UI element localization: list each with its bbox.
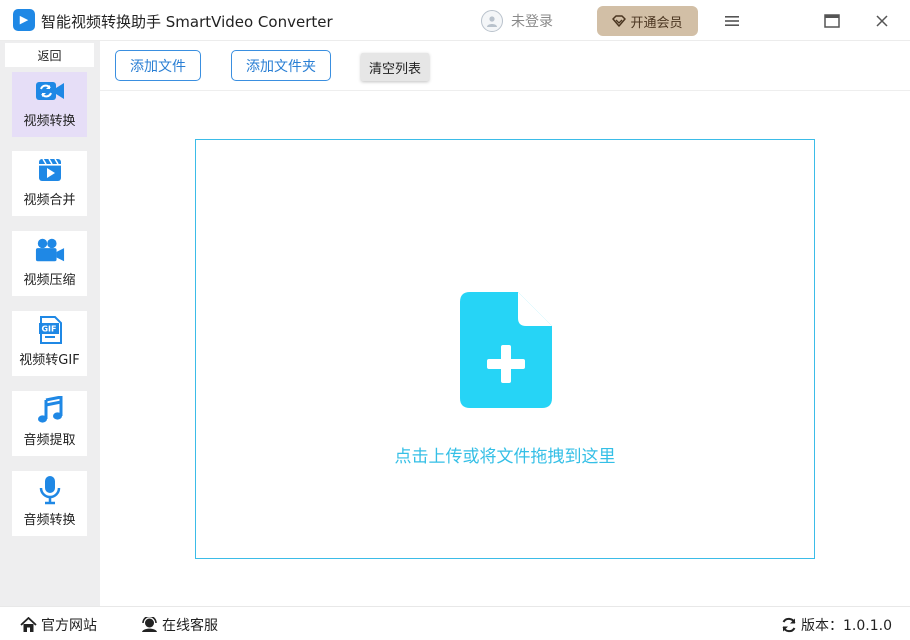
refresh-icon (782, 617, 796, 633)
sidebar: 返回 视频转换 视频合并 视频压缩 GIF 视频转GIF 音频提取 音频转换 (0, 41, 100, 606)
diamond-icon (612, 15, 627, 27)
sidebar-item-label: 音频提取 (23, 433, 76, 448)
title-bar: ▶ 智能视频转换助手 SmartVideo Converter 未登录 开通会员 (0, 0, 910, 41)
sidebar-item-video-convert[interactable]: 视频转换 (12, 72, 87, 137)
maximize-icon[interactable] (819, 8, 845, 34)
version-label: 版本：1.0.1.0 (801, 618, 892, 634)
vip-label: 开通会员 (630, 15, 683, 31)
video-merge-icon (35, 155, 65, 185)
add-folder-button[interactable]: 添加文件夹 (231, 50, 331, 81)
svg-text:GIF: GIF (41, 325, 56, 334)
app-title: 智能视频转换助手 SmartVideo Converter (41, 13, 333, 31)
sidebar-item-audio-convert[interactable]: 音频转换 (12, 471, 87, 536)
official-website-label: 官方网站 (41, 618, 97, 634)
sidebar-item-video-compress[interactable]: 视频压缩 (12, 231, 87, 296)
customer-service-icon (142, 617, 157, 632)
drop-hint-text: 点击上传或将文件拖拽到这里 (394, 447, 616, 467)
home-icon (20, 617, 37, 632)
video-compress-icon (35, 235, 65, 265)
sidebar-item-label: 视频转换 (23, 114, 76, 129)
login-button[interactable]: 未登录 (481, 9, 553, 33)
online-service-label: 在线客服 (162, 618, 218, 634)
toolbar: 添加文件 添加文件夹 清空列表 (100, 41, 910, 91)
user-avatar-icon (481, 10, 503, 32)
vip-button[interactable]: 开通会员 (597, 6, 698, 36)
clear-list-button[interactable]: 清空列表 (361, 53, 429, 81)
close-icon[interactable] (869, 8, 895, 34)
official-website-link[interactable]: 官方网站 (20, 615, 97, 635)
file-drop-zone[interactable]: 点击上传或将文件拖拽到这里 (195, 139, 815, 559)
microphone-icon (35, 475, 65, 505)
file-add-icon (460, 292, 552, 408)
sidebar-item-label: 视频压缩 (23, 273, 76, 288)
add-file-button[interactable]: 添加文件 (115, 50, 201, 81)
music-note-icon (35, 395, 65, 425)
back-button[interactable]: 返回 (5, 43, 94, 67)
sidebar-item-label: 视频转GIF (19, 353, 80, 368)
sidebar-item-video-merge[interactable]: 视频合并 (12, 151, 87, 216)
menu-icon[interactable] (719, 8, 745, 34)
online-service-link[interactable]: 在线客服 (141, 615, 218, 635)
app-logo: ▶ (13, 9, 35, 31)
sidebar-item-audio-extract[interactable]: 音频提取 (12, 391, 87, 456)
sidebar-item-video-gif[interactable]: GIF 视频转GIF (12, 311, 87, 376)
sidebar-item-label: 音频转换 (23, 513, 76, 528)
version-info: 版本：1.0.1.0 (781, 615, 892, 635)
footer: 官方网站 在线客服 版本：1.0.1.0 (0, 606, 910, 640)
video-convert-icon (35, 76, 65, 106)
sidebar-item-label: 视频合并 (23, 193, 76, 208)
login-label: 未登录 (511, 14, 553, 30)
gif-icon: GIF (35, 315, 65, 345)
